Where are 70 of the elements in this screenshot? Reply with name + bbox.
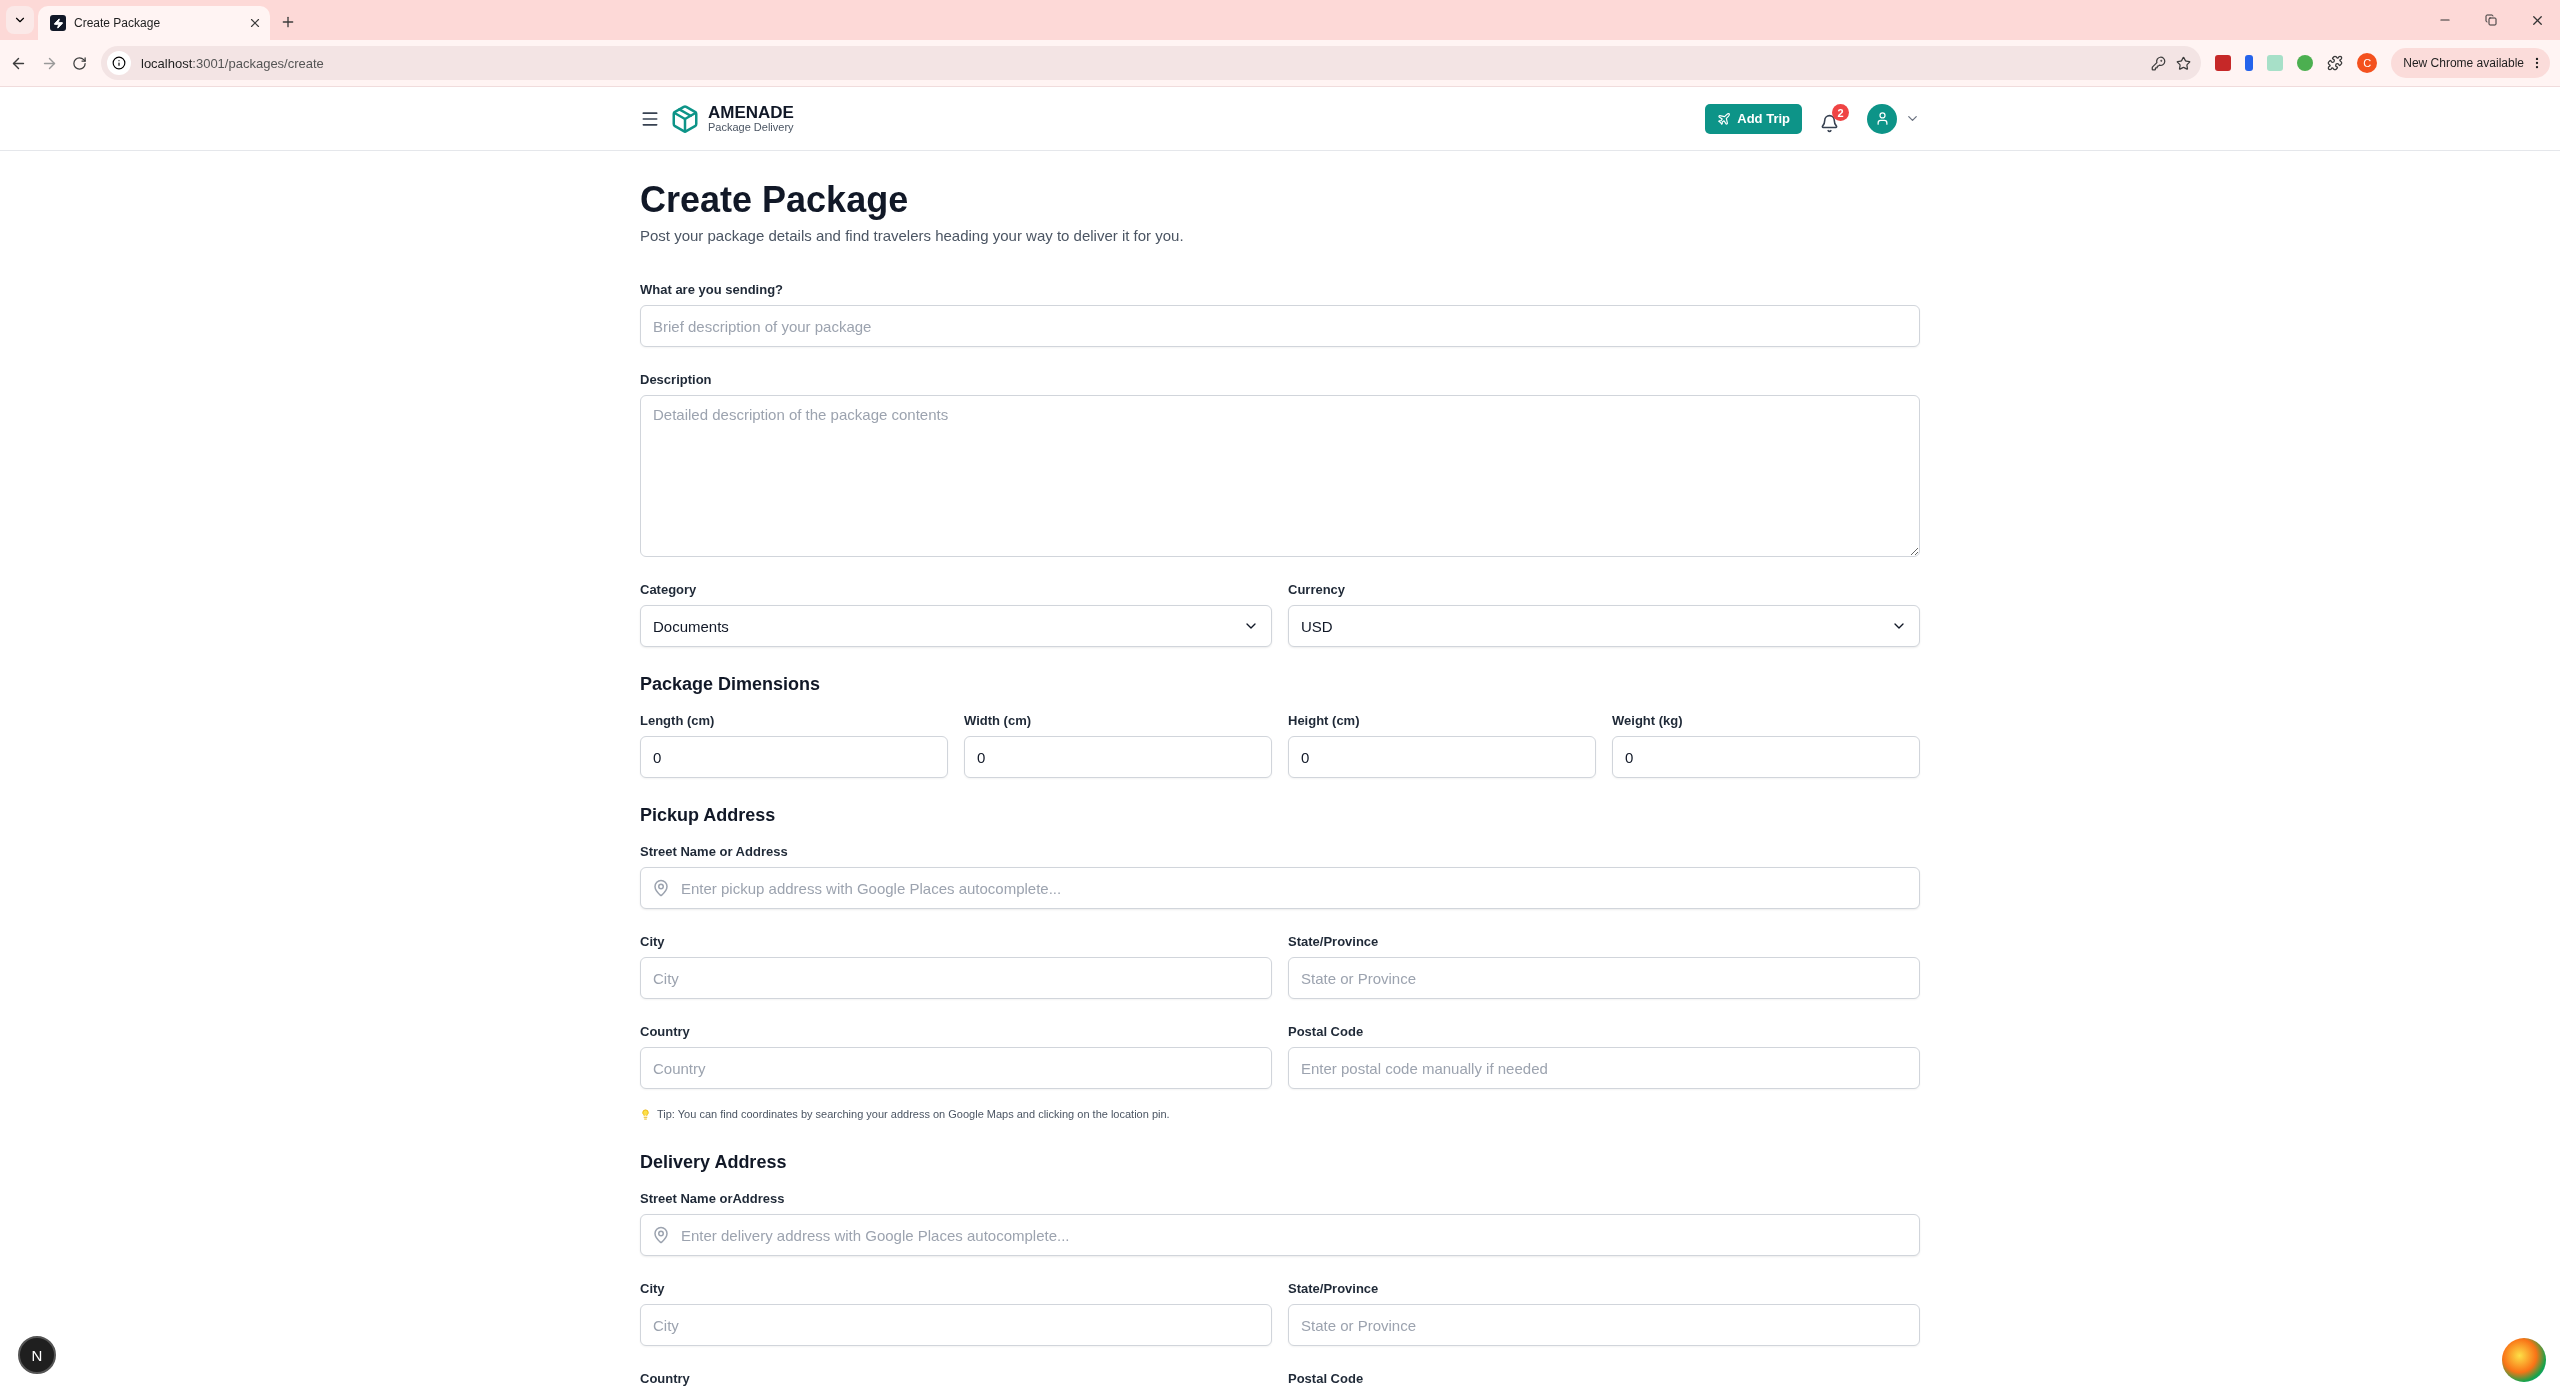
restore-icon [2485, 14, 2497, 26]
extension-icon[interactable] [2245, 55, 2254, 71]
field-label: State/Province [1288, 1281, 1380, 1296]
field-label: State/Province [1288, 934, 1380, 949]
section-heading: Package Dimensions [640, 674, 822, 695]
info-icon [107, 51, 131, 75]
field-label: Category [640, 582, 698, 597]
input-field[interactable]: State or Province [1288, 957, 1920, 999]
field-label: Description [640, 372, 713, 387]
select-field[interactable]: USD [1288, 605, 1920, 647]
input-field[interactable]: Brief description of your package [640, 305, 1920, 347]
input-field[interactable]: 0 [1288, 736, 1596, 778]
url-text: localhost:3001/packages/create [141, 55, 325, 71]
app-badge-icon[interactable] [2502, 1338, 2546, 1382]
reload-button[interactable] [72, 55, 87, 71]
field-label: Length (cm) [640, 713, 716, 728]
input-field[interactable]: State or Province [1288, 1304, 1920, 1346]
input-field[interactable]: 0 [1612, 736, 1920, 778]
input-field[interactable]: City [640, 957, 1272, 999]
input-field[interactable]: Enter postal code manually if needed [1288, 1047, 1920, 1089]
input-field[interactable]: 0 [640, 736, 948, 778]
field-label: City [640, 934, 666, 949]
plane-icon [1717, 111, 1732, 126]
dev-tools-badge[interactable]: N [18, 1336, 56, 1374]
tab-title: Create Package [74, 16, 162, 30]
tip-text: Tip: You can find coordinates by searching your address on Google Maps and clicking on the location pin. [657, 1108, 1170, 1120]
field-label: Postal Code [1288, 1024, 1365, 1039]
star-icon[interactable] [2176, 55, 2192, 71]
field-label: Weight (kg) [1612, 713, 1684, 728]
extension-icon[interactable] [2297, 55, 2314, 71]
notification-button[interactable]: 2 [1820, 104, 1849, 133]
field-label: Height (cm) [1288, 713, 1361, 728]
field-label: What are you sending? [640, 282, 784, 297]
notification-count: 2 [1832, 104, 1849, 121]
input-field[interactable]: City [640, 1304, 1272, 1346]
field-label: Street Name orAddress [640, 1191, 786, 1206]
field-label: Country [640, 1371, 691, 1386]
key-icon[interactable] [2151, 55, 2167, 71]
package-logo-icon [670, 103, 700, 134]
page-title: Create Package [640, 178, 910, 222]
field-label: City [640, 1281, 666, 1296]
input-field[interactable]: Country [640, 1047, 1272, 1089]
field-label: Country [640, 1024, 691, 1039]
new-tab-button[interactable] [280, 14, 296, 30]
select-field[interactable]: Documents [640, 605, 1272, 647]
page-subtitle: Post your package details and find travelers heading your way to deliver it for you. [640, 227, 1185, 244]
section-heading: Pickup Address [640, 805, 777, 826]
lightbulb-icon [640, 1108, 651, 1120]
description-field[interactable]: Detailed description of the package contents [640, 395, 1920, 557]
brand-name: AMENADE [708, 104, 794, 121]
map-pin-icon [652, 1226, 670, 1244]
section-heading: Delivery Address [640, 1152, 788, 1173]
field-label: Street Name or Address [640, 844, 789, 859]
extension-icon[interactable] [2215, 55, 2232, 71]
close-tab-button[interactable] [248, 16, 262, 30]
add-trip-button[interactable]: Add Trip [1705, 103, 1802, 134]
address-field[interactable]: Enter pickup address with Google Places autocomplete... [640, 867, 1920, 909]
input-field[interactable]: 0 [964, 736, 1272, 778]
address-field[interactable]: Enter delivery address with Google Places autocomplete... [640, 1214, 1920, 1256]
brand-tagline: Package Delivery [708, 122, 794, 133]
map-pin-icon [652, 879, 670, 897]
user-avatar[interactable] [1867, 103, 1897, 134]
field-label: Width (cm) [964, 713, 1033, 728]
browser-tab[interactable]: Create Package [38, 6, 270, 40]
field-label: Currency [1288, 582, 1347, 597]
update-chrome-button[interactable]: New Chrome available [2391, 48, 2550, 78]
puzzle-icon[interactable] [2327, 55, 2344, 71]
bolt-icon [50, 15, 66, 31]
address-bar[interactable]: localhost:3001/packages/create [101, 46, 2202, 80]
field-label: Postal Code [1288, 1371, 1365, 1386]
